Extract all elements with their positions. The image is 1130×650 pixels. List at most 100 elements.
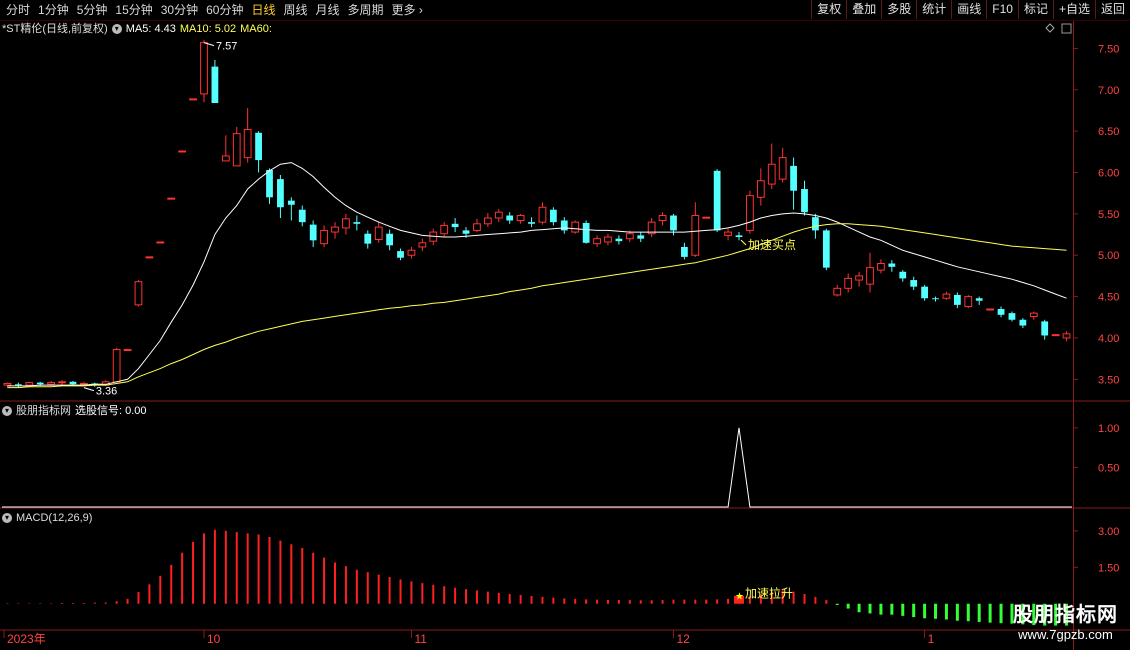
candle-body [877,263,885,271]
macd-signal-star-icon: ★ [735,592,744,603]
candle-body [483,217,492,225]
candle-body [342,218,350,229]
x-axis-label: 12 [676,632,690,646]
candle-body [625,233,634,240]
candle-body [1008,313,1016,320]
y-tick-label: 5.00 [1098,250,1119,262]
high-price-label: 7.57 [216,41,237,53]
candle-body [320,229,328,245]
candle-body [822,230,830,268]
signal-line [2,427,1072,508]
candle-body [702,216,711,219]
candle-body [287,200,295,205]
candle-body [1041,321,1049,336]
candle-body [604,236,612,243]
candle-body [833,287,842,296]
watermark-url: www.7gpzb.com [1018,627,1113,642]
y-tick-label: 1.00 [1098,423,1119,435]
candle-body [451,223,459,228]
candle-body [560,220,568,231]
x-axis-label: 11 [414,632,427,646]
candle-body [232,133,241,167]
candle-body [1019,319,1027,326]
candle-body [25,382,34,386]
candle-body [790,165,797,191]
candle-body [353,222,361,224]
candle-body [615,238,623,242]
candle-body [855,275,863,281]
buy-signal-label: 加速买点 [748,238,796,252]
candle-body [80,382,88,385]
candle-body [123,349,132,352]
candle-body [397,251,404,258]
candle-body [58,381,66,384]
candle-body [691,215,700,256]
candle-body [309,224,317,241]
y-tick-label: 7.50 [1098,43,1119,55]
candle-body [167,197,176,200]
candle-body [899,271,907,279]
candle-body [407,249,416,256]
candle-body [189,98,197,101]
candle-body [221,155,230,162]
y-tick-label: 4.50 [1098,292,1119,304]
candle-body [866,267,874,285]
candle-body [200,42,208,95]
candle-body [767,163,776,185]
candle-body [801,189,808,213]
candle-body [145,256,154,259]
candle-body [921,286,928,299]
candle-body [975,298,983,301]
low-price-label: 3.36 [96,386,117,398]
candle-body [364,233,372,244]
chart-canvas[interactable]: 7.50 7.00 6.50 6.00 5.50 5.00 4.50 4.00 3.50 1.00… [0,0,1130,650]
candle-body [14,384,22,386]
candle-body [528,222,535,224]
candle-body [1062,333,1071,339]
candle-body [582,222,590,243]
candle-body [473,223,481,231]
candle-body [506,215,514,221]
candle-body [277,179,284,208]
candle-body [953,294,961,305]
candle-body [156,241,165,244]
candle-body [571,221,580,233]
candle-body [844,277,853,289]
y-tick-label: 6.50 [1098,126,1119,138]
candle-body [746,195,754,231]
candle-body [243,128,252,159]
candle-body [440,224,449,235]
buy-signal-arrow [740,239,747,246]
watermark-title: 股朋指标网 [1013,604,1118,626]
candle-body [47,382,56,385]
watermark: 股朋指标网 www.7gpzb.com [1013,598,1118,642]
x-axis-label: 10 [207,632,221,646]
y-tick-label: 3.50 [1098,374,1119,386]
candle-body [255,132,262,161]
candle-body [724,231,732,236]
candle-body [36,382,44,385]
y-tick-label: 0.50 [1098,462,1119,474]
macd-signal-label: 加速拉升 [745,586,793,601]
candle-body [462,230,470,234]
candle-body [932,298,939,300]
candle-body [942,293,951,299]
candle-body [211,66,219,104]
candle-body [516,215,525,221]
y-tick-label: 6.00 [1098,168,1119,180]
diamond-icon [1045,23,1055,33]
candle-body [735,235,743,238]
y-tick-label: 7.00 [1098,85,1119,97]
candle-body [658,215,667,221]
x-axis-label: 1 [928,632,935,646]
candle-body [494,211,503,219]
candle-body [670,215,677,231]
x-axis-label: 2023年 [7,632,46,646]
panel-toggle-icon [1061,23,1072,34]
y-tick-label: 1.50 [1098,562,1119,574]
candle-body [910,280,918,287]
candle-body [778,157,787,180]
candle-body [112,349,121,383]
candle-body [386,233,393,246]
ma60-line [7,223,1067,389]
